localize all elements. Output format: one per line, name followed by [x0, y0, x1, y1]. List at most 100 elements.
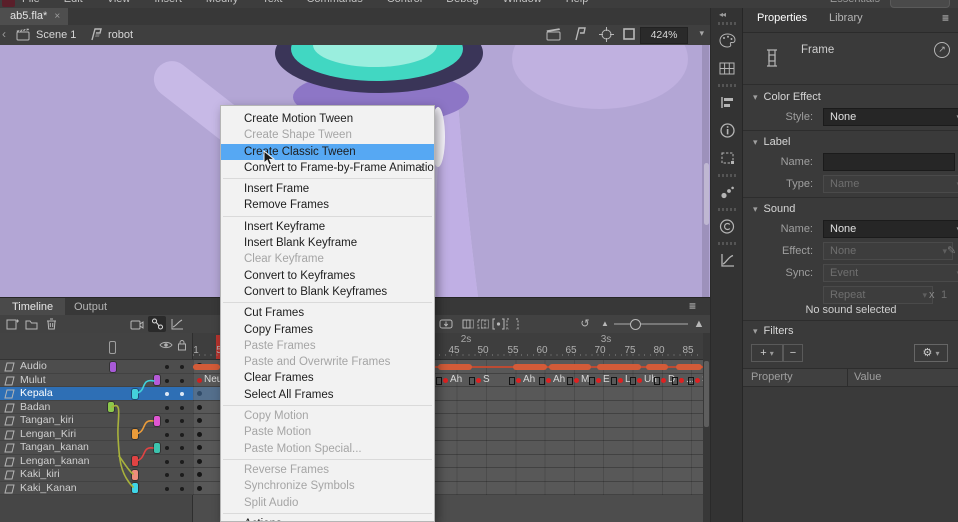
dock-grip[interactable] [718, 208, 736, 211]
layer-parenting-marker[interactable] [110, 362, 116, 372]
timeline-zoom-in-icon[interactable]: ▲ [690, 316, 708, 332]
dock-grip[interactable] [718, 84, 736, 87]
timeline-panel-menu-icon[interactable]: ≡ [689, 299, 696, 313]
layer-visibility-dot[interactable] [165, 406, 169, 410]
context-menu-item[interactable]: Paste Motion Special... [221, 441, 434, 457]
layer-lock-dot[interactable] [180, 419, 184, 423]
align-panel-icon[interactable] [715, 90, 739, 114]
menubar-item[interactable]: Control [387, 0, 422, 7]
menubar-item[interactable]: Modify [206, 0, 238, 7]
layer-visibility-dot[interactable] [165, 392, 169, 396]
visibility-column-eye-icon[interactable] [159, 340, 173, 350]
layer-row[interactable]: Lengan_Kiri [0, 428, 193, 442]
motion-editor-panel-icon[interactable] [715, 248, 739, 272]
context-menu-item[interactable]: Select All Frames [221, 387, 434, 403]
label-name-input[interactable] [823, 153, 955, 171]
layer-visibility-dot[interactable] [165, 460, 169, 464]
sound-name-dropdown[interactable]: None▾ [823, 220, 958, 238]
dock-grip[interactable] [718, 22, 736, 25]
layer-parenting-marker[interactable] [132, 470, 138, 480]
timeline-vertical-scrollbar[interactable] [703, 333, 710, 522]
layer-parenting-marker[interactable] [132, 389, 138, 399]
layer-row[interactable]: Badan [0, 401, 193, 415]
sound-effect-dropdown[interactable]: None▾ [823, 242, 953, 260]
sound-sync-dropdown[interactable]: Event▾ [823, 264, 958, 282]
layer-lock-dot[interactable] [180, 473, 184, 477]
layer-name[interactable]: Kepala [20, 387, 53, 400]
context-menu-item[interactable]: Paste and Overwrite Frames [221, 354, 434, 370]
context-menu-item[interactable]: Convert to Blank Keyframes [221, 284, 434, 300]
menubar-item[interactable]: Help [566, 0, 589, 7]
style-dropdown[interactable]: None▾ [823, 108, 958, 126]
layer-parenting-marker[interactable] [154, 443, 160, 453]
loop-playback-icon[interactable]: ↺ [576, 316, 594, 332]
layer-row[interactable]: Mulut [0, 374, 193, 388]
layer-lock-dot[interactable] [180, 446, 184, 450]
section-filters[interactable]: ▾Filters [753, 325, 793, 337]
layer-lock-dot[interactable] [180, 379, 184, 383]
timeline-zoom-slider[interactable] [614, 323, 688, 325]
timeline-zoom-slider-thumb[interactable] [630, 319, 641, 330]
layer-visibility-dot[interactable] [165, 365, 169, 369]
add-filter-button[interactable]: + ▾ [751, 344, 783, 362]
menubar-item[interactable]: Commands [306, 0, 362, 7]
layer-parenting-marker[interactable] [132, 429, 138, 439]
help-icon[interactable]: ↗ [934, 42, 950, 58]
brush-library-panel-icon[interactable] [715, 180, 739, 204]
menubar-item[interactable]: Insert [154, 0, 182, 7]
breadcrumb-scene[interactable]: Scene 1 [36, 25, 76, 45]
layer-name[interactable]: Badan [20, 401, 50, 414]
context-menu-item[interactable]: Insert Blank Keyframe [221, 235, 434, 251]
context-menu-item[interactable]: Insert Keyframe [221, 219, 434, 235]
layer-lock-dot[interactable] [180, 433, 184, 437]
section-label[interactable]: ▾Label [753, 136, 790, 148]
filter-options-gear-icon[interactable]: ⚙ ▾ [914, 344, 948, 362]
layer-row[interactable]: Tangan_kanan [0, 441, 193, 455]
layer-parenting-marker[interactable] [108, 402, 114, 412]
context-menu-item[interactable]: Create Shape Tween [221, 127, 434, 143]
info-panel-icon[interactable] [715, 118, 739, 142]
edit-symbols-icon[interactable] [573, 27, 588, 41]
layer-parenting-marker[interactable] [132, 456, 138, 466]
context-menu-item[interactable]: Clear Keyframe [221, 251, 434, 267]
context-menu-item[interactable]: Insert Frame [221, 181, 434, 197]
layer-lock-dot[interactable] [180, 460, 184, 464]
layer-name[interactable]: Lengan_kanan [20, 455, 90, 468]
context-menu-item[interactable]: Copy Motion [221, 408, 434, 424]
context-menu-item[interactable]: Create Classic Tween [221, 144, 434, 160]
collapse-panels-icon[interactable]: ◂◂ [719, 10, 725, 19]
cc-libraries-panel-icon[interactable] [715, 214, 739, 238]
layer-row[interactable]: Audio [0, 360, 193, 374]
menubar-item[interactable]: Text [262, 0, 282, 7]
show-keyframes-graph-button[interactable] [168, 316, 186, 332]
back-icon[interactable]: ‹ [2, 27, 6, 41]
layer-name[interactable]: Kaki_Kanan [20, 482, 77, 495]
center-stage-icon[interactable] [599, 27, 614, 42]
section-sound[interactable]: ▾Sound [753, 203, 795, 215]
layer-row[interactable]: Kaki_kiri [0, 468, 193, 482]
layer-lock-dot[interactable] [180, 365, 184, 369]
center-frame-button[interactable] [437, 316, 455, 332]
zoom-level-input[interactable]: 424% [640, 27, 688, 44]
context-menu-item[interactable]: Clear Frames [221, 370, 434, 386]
context-menu-item[interactable]: Actions [221, 516, 434, 522]
timeline-zoom-out-icon[interactable]: ▲ [596, 316, 614, 332]
context-menu-item[interactable]: Remove Frames [221, 197, 434, 213]
swatches-panel-icon[interactable] [715, 56, 739, 80]
close-icon[interactable]: × [54, 11, 60, 22]
context-menu-item[interactable]: Paste Motion [221, 424, 434, 440]
remove-filter-button[interactable]: − [783, 344, 803, 362]
context-menu-item[interactable]: Reverse Frames [221, 462, 434, 478]
layer-parenting-marker[interactable] [154, 375, 160, 385]
layer-name[interactable]: Tangan_kanan [20, 441, 89, 454]
modify-markers-button[interactable] [503, 316, 521, 332]
new-folder-button[interactable] [22, 316, 40, 332]
tab-properties[interactable]: Properties [757, 12, 807, 24]
layer-lock-dot[interactable] [180, 487, 184, 491]
layer-visibility-dot[interactable] [165, 419, 169, 423]
context-menu-item[interactable]: Convert to Keyframes [221, 268, 434, 284]
layer-row[interactable]: Tangan_kiri [0, 414, 193, 428]
tab-output[interactable]: Output [62, 298, 119, 316]
layer-name[interactable]: Kaki_kiri [20, 468, 60, 481]
layer-visibility-dot[interactable] [165, 379, 169, 383]
